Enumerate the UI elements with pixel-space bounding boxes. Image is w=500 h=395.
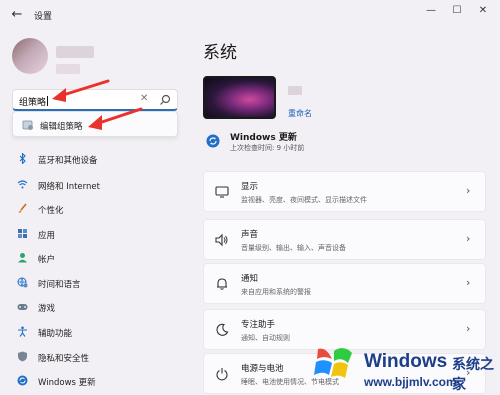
- sidebar-item[interactable]: 时间和语言: [12, 274, 182, 294]
- sidebar-item[interactable]: 隐私和安全性: [12, 348, 182, 368]
- account-icon: [18, 253, 27, 263]
- search-input[interactable]: 组策略: [19, 95, 49, 108]
- windows-update-title[interactable]: Windows 更新: [230, 130, 297, 143]
- globe-clock-icon: [17, 277, 28, 288]
- sidebar-item-label: 游戏: [38, 304, 56, 314]
- accessibility-icon: [18, 326, 27, 337]
- chevron-right-icon: ›: [466, 276, 471, 289]
- search-icon[interactable]: [158, 93, 172, 107]
- brush-icon: [18, 203, 27, 213]
- sidebar-item-label: 隐私和安全性: [38, 354, 90, 364]
- chevron-right-icon: ›: [466, 322, 471, 335]
- sidebar-item[interactable]: 网络和 Internet: [12, 176, 182, 196]
- settings-card[interactable]: 通知来自应用和系统的警报 ›: [203, 263, 486, 304]
- sidebar-item-label: 帐户: [38, 255, 56, 265]
- search-suggestion[interactable]: 编辑组策略: [12, 111, 178, 137]
- wallpaper-thumbnail: [203, 76, 276, 119]
- sidebar-item[interactable]: 帐户: [12, 249, 182, 269]
- settings-card[interactable]: 显示监视器、亮度、夜间模式、显示描述文件 ›: [203, 171, 486, 212]
- sidebar-item-label: 个性化: [38, 206, 64, 216]
- card-subtitle: 来自应用和系统的警报: [241, 288, 311, 296]
- chevron-right-icon: ›: [466, 184, 471, 197]
- card-title: 电源与电池: [241, 364, 284, 374]
- sidebar-item[interactable]: 应用: [12, 225, 182, 245]
- sidebar-item-label: Windows 更新: [38, 378, 96, 388]
- bluetooth-icon: [19, 153, 26, 164]
- card-title: 声音: [241, 230, 259, 240]
- sidebar-item[interactable]: 辅助功能: [12, 323, 182, 343]
- speaker-icon: [215, 233, 228, 247]
- rename-link[interactable]: 重命名: [288, 108, 312, 119]
- close-button[interactable]: ✕: [473, 4, 493, 18]
- sidebar-item-label: 时间和语言: [38, 280, 81, 290]
- sidebar-item[interactable]: Windows 更新: [12, 372, 182, 392]
- card-title: 通知: [241, 274, 259, 284]
- sidebar-item[interactable]: 个性化: [12, 200, 182, 220]
- card-title: 专注助手: [241, 320, 276, 330]
- watermark-title: Windows: [364, 351, 448, 372]
- sidebar-item[interactable]: 游戏: [12, 298, 182, 318]
- bell-icon: [217, 278, 227, 290]
- update-icon: [206, 134, 220, 148]
- wifi-icon: [17, 180, 28, 189]
- gamepad-icon: [17, 304, 28, 310]
- apps-icon: [18, 229, 27, 238]
- card-subtitle: 监视器、亮度、夜间模式、显示描述文件: [241, 196, 367, 204]
- app-title: 设置: [34, 12, 53, 22]
- sidebar-item-label: 应用: [38, 231, 56, 241]
- device-name-blurred: [288, 86, 302, 95]
- chevron-right-icon: ›: [466, 232, 471, 245]
- watermark: Windows 系统之家 www.bjjmlv.com: [300, 343, 500, 395]
- moon-icon: [216, 323, 229, 336]
- user-email-blurred: [56, 64, 80, 74]
- card-title: 显示: [241, 182, 259, 192]
- title-bar: ← 设置 — ☐ ✕: [0, 0, 500, 30]
- avatar[interactable]: [12, 38, 48, 74]
- watermark-url: www.bjjmlv.com: [364, 375, 457, 389]
- watermark-cn: 系统之家: [452, 357, 494, 393]
- minimize-button[interactable]: —: [421, 4, 441, 18]
- update-icon: [17, 375, 28, 386]
- back-button[interactable]: ←: [8, 6, 26, 24]
- windows-logo-icon: [314, 348, 352, 378]
- power-icon: [216, 368, 228, 381]
- card-subtitle: 音量级别、输出、输入、声音设备: [241, 244, 346, 252]
- display-icon: [215, 186, 229, 198]
- card-subtitle: 通知、自动规则: [241, 334, 290, 342]
- group-policy-icon: [22, 120, 33, 130]
- sidebar-item-label: 网络和 Internet: [38, 182, 100, 192]
- sidebar-item-label: 蓝牙和其他设备: [38, 156, 98, 166]
- clear-search-button[interactable]: ✕: [140, 93, 148, 104]
- shield-icon: [18, 351, 27, 362]
- sidebar-item-label: 辅助功能: [38, 329, 73, 339]
- user-name-blurred: [56, 46, 94, 58]
- page-title: 系统: [203, 43, 237, 63]
- suggestion-label: 编辑组策略: [40, 122, 83, 132]
- settings-card[interactable]: 声音音量级别、输出、输入、声音设备 ›: [203, 219, 486, 260]
- windows-update-subtitle: 上次检查时间: 9 小时前: [230, 144, 305, 152]
- search-box[interactable]: 组策略 ✕: [12, 89, 178, 111]
- maximize-button[interactable]: ☐: [447, 4, 467, 18]
- sidebar-item[interactable]: 蓝牙和其他设备: [12, 150, 182, 170]
